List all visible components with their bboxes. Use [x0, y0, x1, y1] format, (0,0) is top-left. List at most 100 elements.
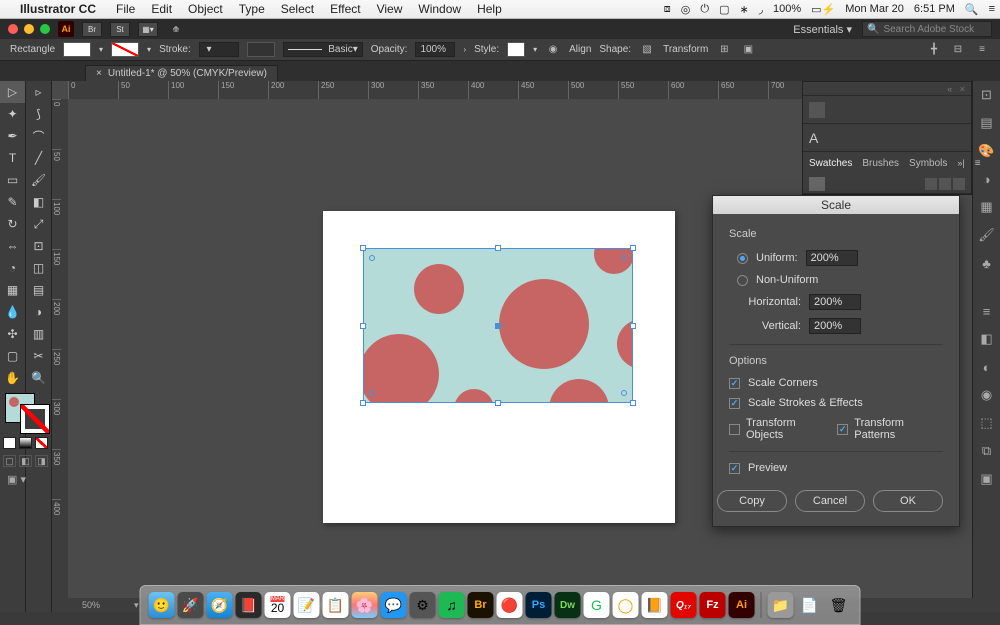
graph-tool[interactable]: ▥: [26, 323, 51, 345]
swatch-thumb[interactable]: [809, 177, 825, 191]
magic-wand-tool[interactable]: ✦: [0, 103, 25, 125]
dock-chrome[interactable]: 🔴: [497, 592, 523, 618]
close-button[interactable]: [8, 24, 18, 34]
menu-file[interactable]: File: [108, 2, 143, 16]
horizontal-input[interactable]: [809, 294, 861, 310]
uniform-input[interactable]: [806, 250, 858, 266]
pencil-tool[interactable]: ✎: [0, 191, 25, 213]
dock-books[interactable]: 📙: [642, 592, 668, 618]
dock-safari[interactable]: 🧭: [207, 592, 233, 618]
spotlight-icon[interactable]: 🔍: [960, 3, 984, 16]
type-tool[interactable]: T: [0, 147, 25, 169]
copy-button[interactable]: Copy: [717, 490, 787, 512]
dock-reminders[interactable]: 📋: [323, 592, 349, 618]
align-pixel-icon[interactable]: ╋: [926, 42, 942, 57]
panel-gradient-icon[interactable]: ◧: [973, 325, 1000, 353]
lasso-tool[interactable]: ⟆: [26, 103, 51, 125]
gradient-mode-btn[interactable]: [19, 437, 32, 449]
minimize-button[interactable]: [24, 24, 34, 34]
dock-calendar[interactable]: MAR20: [265, 592, 291, 618]
menu-view[interactable]: View: [369, 2, 411, 16]
cancel-button[interactable]: Cancel: [795, 490, 865, 512]
bridge-button[interactable]: Br: [82, 22, 102, 37]
rotate-tool[interactable]: ↻: [0, 213, 25, 235]
dropbox-icon[interactable]: ⧈: [659, 3, 676, 16]
document-tab[interactable]: × Untitled-1* @ 50% (CMYK/Preview): [85, 65, 278, 81]
panel-swatches-icon[interactable]: ▦: [973, 193, 1000, 221]
close-tab-icon[interactable]: ×: [96, 68, 102, 79]
tab-symbols[interactable]: Symbols: [909, 158, 947, 169]
battery-pct[interactable]: 100%: [768, 3, 806, 15]
arrange-button[interactable]: ▦▾: [138, 22, 158, 37]
draw-normal-btn[interactable]: ▢: [3, 455, 16, 467]
uniform-radio[interactable]: [737, 253, 748, 264]
scale-corners-checkbox[interactable]: ✓: [729, 378, 740, 389]
rectangle-tool[interactable]: ▭: [0, 169, 25, 191]
mesh-tool[interactable]: ▦: [0, 279, 25, 301]
eyedropper-tool[interactable]: 💧: [0, 301, 25, 323]
panel-stroke-icon[interactable]: ≡: [973, 297, 1000, 325]
dock-contacts[interactable]: 📕: [236, 592, 262, 618]
dock-launchpad[interactable]: 🚀: [178, 592, 204, 618]
color-mode-btn[interactable]: [3, 437, 16, 449]
shape-props-icon[interactable]: ▧: [639, 42, 655, 57]
menu-icon[interactable]: ≡: [984, 3, 1000, 15]
menu-window[interactable]: Window: [410, 2, 469, 16]
dock-app-o[interactable]: ◯: [613, 592, 639, 618]
hand-tool[interactable]: ✋: [0, 367, 25, 389]
dock-spotify[interactable]: ♫: [439, 592, 465, 618]
menu-help[interactable]: Help: [469, 2, 510, 16]
zoom-tool[interactable]: 🔍: [26, 367, 51, 389]
dock-photos[interactable]: 🌸: [352, 592, 378, 618]
zoom-level[interactable]: 50%: [82, 600, 122, 610]
pen-tool[interactable]: ✒: [0, 125, 25, 147]
date[interactable]: Mon Mar 20: [840, 3, 909, 15]
bluetooth-icon[interactable]: ∗: [734, 3, 753, 16]
perspective-tool[interactable]: ◫: [26, 257, 51, 279]
dock-finder[interactable]: 🙂: [149, 592, 175, 618]
dock-dreamweaver[interactable]: Dw: [555, 592, 581, 618]
opacity-input[interactable]: 100%: [415, 42, 455, 57]
transform-objects-checkbox[interactable]: [729, 424, 740, 435]
scale-tool[interactable]: ⤢: [26, 213, 51, 235]
cc-icon[interactable]: ◎: [676, 3, 696, 16]
panel-menu-icon[interactable]: ≡: [974, 42, 990, 57]
gradient-tool[interactable]: ▤: [26, 279, 51, 301]
panel-colorguide-icon[interactable]: ◑: [973, 165, 1000, 193]
stroke-swatch-main[interactable]: [21, 405, 49, 433]
workspace-switcher[interactable]: Essentials ▾: [793, 23, 856, 36]
dock-illustrator[interactable]: Ai: [729, 592, 755, 618]
eraser-tool[interactable]: ◧: [26, 191, 51, 213]
character-panel-icon[interactable]: A: [809, 130, 818, 146]
panel-transparency-icon[interactable]: ◐: [973, 353, 1000, 381]
ruler-vertical[interactable]: 050100150200250300350400: [52, 99, 68, 598]
dock-quicken[interactable]: Q₁₇: [671, 592, 697, 618]
variable-width[interactable]: [247, 42, 275, 57]
symbol-sprayer-tool[interactable]: ✣: [0, 323, 25, 345]
airplay-icon[interactable]: ▢: [714, 3, 734, 16]
artboard[interactable]: [323, 211, 675, 523]
none-mode-btn[interactable]: [35, 437, 48, 449]
tab-brushes[interactable]: Brushes: [862, 158, 899, 169]
dock-filezilla[interactable]: Fz: [700, 592, 726, 618]
recolor-icon[interactable]: ◉: [545, 42, 561, 57]
slice-tool[interactable]: ✂: [26, 345, 51, 367]
nonuniform-radio[interactable]: [737, 275, 748, 286]
free-transform-tool[interactable]: ⊡: [26, 235, 51, 257]
menu-effect[interactable]: Effect: [322, 2, 368, 16]
artboard-tool[interactable]: ▢: [0, 345, 25, 367]
panel-symbols-icon[interactable]: ♣: [973, 249, 1000, 277]
panel-properties-icon[interactable]: ⊡: [973, 81, 1000, 109]
transform-patterns-checkbox[interactable]: ✓: [837, 424, 848, 435]
width-tool[interactable]: ⇔: [0, 235, 25, 257]
app-name[interactable]: Illustrator CC: [20, 2, 108, 16]
screen-mode-btn[interactable]: ▣ ▾: [3, 473, 49, 486]
menu-object[interactable]: Object: [180, 2, 231, 16]
menu-edit[interactable]: Edit: [143, 2, 180, 16]
ok-button[interactable]: OK: [873, 490, 943, 512]
dock-photoshop[interactable]: Ps: [526, 592, 552, 618]
fill-swatch[interactable]: [63, 42, 91, 57]
direct-selection-tool[interactable]: ▹: [26, 81, 51, 103]
curvature-tool[interactable]: ⌒: [26, 125, 51, 147]
color-panel-icon[interactable]: [809, 102, 825, 118]
